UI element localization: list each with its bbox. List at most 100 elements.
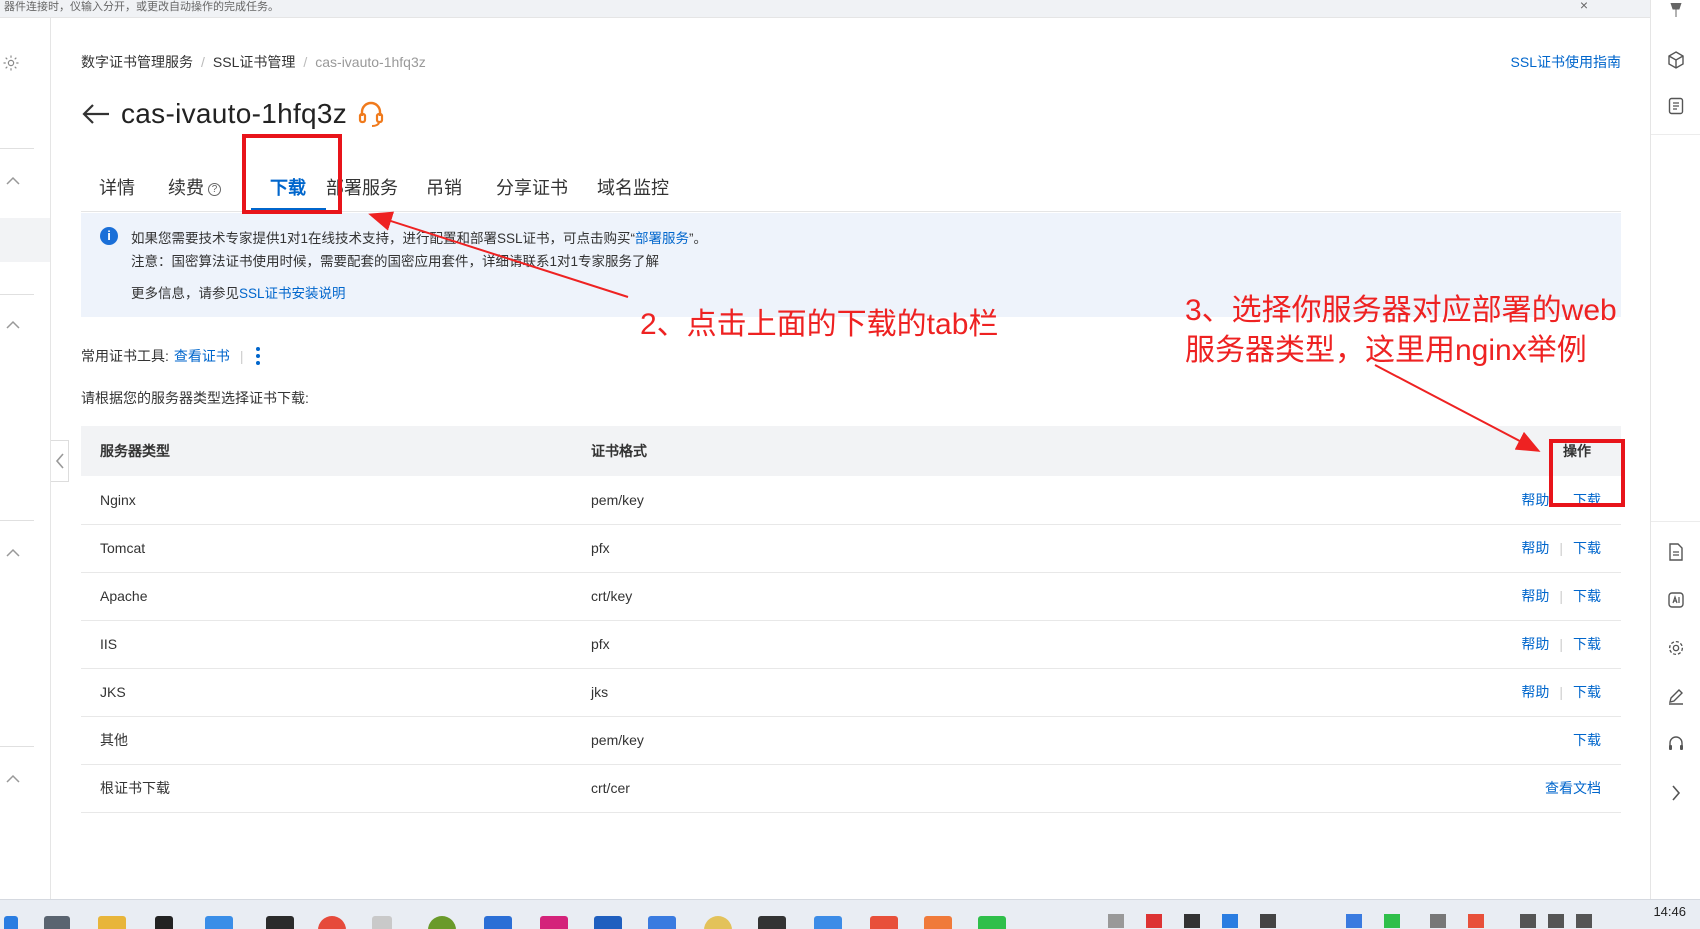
annotation-box-nginx-download bbox=[1549, 439, 1625, 507]
download-link[interactable]: 下载 bbox=[1573, 588, 1601, 604]
battery-icon[interactable] bbox=[1576, 914, 1592, 928]
app-icon[interactable] bbox=[205, 916, 233, 929]
help-link[interactable]: 帮助 bbox=[1521, 684, 1549, 700]
help-icon[interactable]: ? bbox=[208, 182, 221, 196]
app-icon[interactable] bbox=[540, 916, 568, 929]
tray-icon[interactable] bbox=[1430, 914, 1446, 928]
chevron-right-icon[interactable] bbox=[1666, 783, 1686, 803]
chevron-up-icon[interactable] bbox=[6, 774, 20, 784]
install-guide-link[interactable]: SSL证书安装说明 bbox=[239, 286, 346, 301]
action-cell: 帮助 | 下载 bbox=[1411, 572, 1621, 621]
headset-icon[interactable] bbox=[1666, 734, 1686, 754]
tray-icon[interactable] bbox=[1260, 914, 1276, 928]
tab-revoke[interactable]: 吊销 bbox=[426, 163, 462, 212]
volume-icon[interactable] bbox=[1548, 914, 1564, 928]
notice-line-3: 更多信息，请参见SSL证书安装说明 bbox=[131, 286, 346, 301]
help-link[interactable]: 帮助 bbox=[1521, 540, 1549, 556]
app-icon[interactable] bbox=[704, 916, 732, 929]
back-arrow-icon[interactable] bbox=[81, 102, 111, 126]
close-icon[interactable]: × bbox=[1580, 0, 1588, 12]
notes-icon[interactable] bbox=[1666, 96, 1686, 116]
pin-icon[interactable] bbox=[1666, 0, 1686, 20]
more-options-icon[interactable] bbox=[255, 347, 260, 365]
tab-share-cert[interactable]: 分享证书 bbox=[496, 163, 568, 212]
action-cell: 下载 bbox=[1411, 716, 1621, 765]
annotation-step2: 2、点击上面的下载的tab栏 bbox=[640, 308, 999, 341]
terminal-icon[interactable] bbox=[758, 916, 786, 929]
document-icon[interactable] bbox=[1666, 542, 1686, 562]
download-link[interactable]: 下载 bbox=[1573, 636, 1601, 652]
help-link[interactable]: 帮助 bbox=[1521, 636, 1549, 652]
tray-icon[interactable] bbox=[1222, 914, 1238, 928]
app-icon[interactable] bbox=[870, 916, 898, 929]
breadcrumb-item[interactable]: 数字证书管理服务 bbox=[81, 54, 193, 70]
help-link[interactable]: 帮助 bbox=[1521, 492, 1549, 508]
header-cert-format: 证书格式 bbox=[591, 426, 1411, 476]
app-icon[interactable] bbox=[428, 916, 456, 929]
support-headset-icon[interactable] bbox=[357, 100, 385, 128]
breadcrumb-current: cas-ivauto-1hfq3z bbox=[315, 54, 426, 70]
separator: | bbox=[1559, 684, 1563, 700]
ssl-guide-link[interactable]: SSL证书使用指南 bbox=[1511, 52, 1621, 72]
sidebar-active-item[interactable] bbox=[0, 218, 50, 262]
download-link[interactable]: 下载 bbox=[1573, 540, 1601, 556]
chrome-icon[interactable] bbox=[318, 916, 346, 929]
chevron-up-icon[interactable] bbox=[6, 548, 20, 558]
app-icon[interactable] bbox=[372, 916, 392, 929]
edit-icon[interactable] bbox=[1666, 686, 1686, 706]
api-icon[interactable] bbox=[1666, 590, 1686, 610]
app-icon[interactable] bbox=[266, 916, 294, 929]
tray-icon[interactable] bbox=[1468, 914, 1484, 928]
tab-details[interactable]: 详情 bbox=[99, 163, 135, 212]
table-row: Tomcat pfx 帮助 | 下载 bbox=[81, 524, 1621, 573]
sidebar-collapse-button[interactable] bbox=[51, 440, 69, 482]
download-link[interactable]: 下载 bbox=[1573, 732, 1601, 748]
tray-icon[interactable] bbox=[1184, 914, 1200, 928]
tray-icon[interactable] bbox=[1146, 914, 1162, 928]
folder-icon[interactable] bbox=[98, 916, 126, 929]
app-icon[interactable] bbox=[484, 916, 512, 929]
header-server-type: 服务器类型 bbox=[81, 426, 591, 476]
page-title: cas-ivauto-1hfq3z bbox=[121, 98, 348, 129]
cube-icon[interactable] bbox=[1666, 50, 1686, 70]
webstorm-icon[interactable] bbox=[594, 916, 622, 929]
cert-format-cell: pem/key bbox=[591, 476, 1411, 525]
wechat-icon[interactable] bbox=[978, 916, 1006, 929]
app-icon[interactable] bbox=[648, 916, 676, 929]
breadcrumb-item[interactable]: SSL证书管理 bbox=[213, 54, 295, 70]
chevron-up-icon[interactable] bbox=[6, 176, 20, 186]
divider bbox=[1651, 521, 1700, 522]
table-row: IIS pfx 帮助 | 下载 bbox=[81, 620, 1621, 669]
help-link[interactable]: 帮助 bbox=[1521, 588, 1549, 604]
taskbar: 14:46 bbox=[0, 899, 1700, 929]
table-header-row: 服务器类型 证书格式 操作 bbox=[81, 426, 1621, 476]
table-row: 其他 pem/key 下载 bbox=[81, 716, 1621, 765]
view-docs-link[interactable]: 查看文档 bbox=[1545, 780, 1601, 796]
start-icon[interactable] bbox=[4, 916, 18, 929]
tab-renewal[interactable]: 续费? bbox=[168, 163, 221, 212]
tray-icon[interactable] bbox=[1108, 914, 1124, 928]
app-icon[interactable] bbox=[814, 916, 842, 929]
app-icon[interactable] bbox=[924, 916, 952, 929]
tray-icon[interactable] bbox=[1346, 914, 1362, 928]
server-type-cell: IIS bbox=[81, 620, 591, 669]
view-cert-link[interactable]: 查看证书 bbox=[174, 346, 230, 366]
tray-icon[interactable] bbox=[1384, 914, 1400, 928]
gear-icon[interactable] bbox=[2, 54, 20, 72]
deploy-service-link[interactable]: 部署服务 bbox=[635, 231, 689, 246]
notice-line-2: 注意：国密算法证书使用时候，需要配套的国密应用套件，详细请联系1对1专家服务了解 bbox=[131, 254, 660, 269]
app-icon[interactable] bbox=[44, 916, 70, 929]
qq-icon[interactable] bbox=[155, 916, 173, 929]
left-sidebar bbox=[0, 18, 51, 899]
tab-domain-monitor[interactable]: 域名监控 bbox=[597, 163, 669, 212]
server-type-cell: 其他 bbox=[81, 716, 591, 765]
clock[interactable]: 14:46 bbox=[1653, 904, 1686, 919]
settings-icon[interactable] bbox=[1666, 638, 1686, 658]
action-cell: 帮助 | 下载 bbox=[1411, 620, 1621, 669]
cert-format-cell: pfx bbox=[591, 524, 1411, 573]
chevron-up-icon[interactable] bbox=[6, 320, 20, 330]
download-link[interactable]: 下载 bbox=[1573, 684, 1601, 700]
separator: | bbox=[1559, 636, 1563, 652]
notification-strip: 器件连接时，仪输入分开，或更改自动操作的完成任务。 × bbox=[0, 0, 1650, 18]
wifi-icon[interactable] bbox=[1520, 914, 1536, 928]
